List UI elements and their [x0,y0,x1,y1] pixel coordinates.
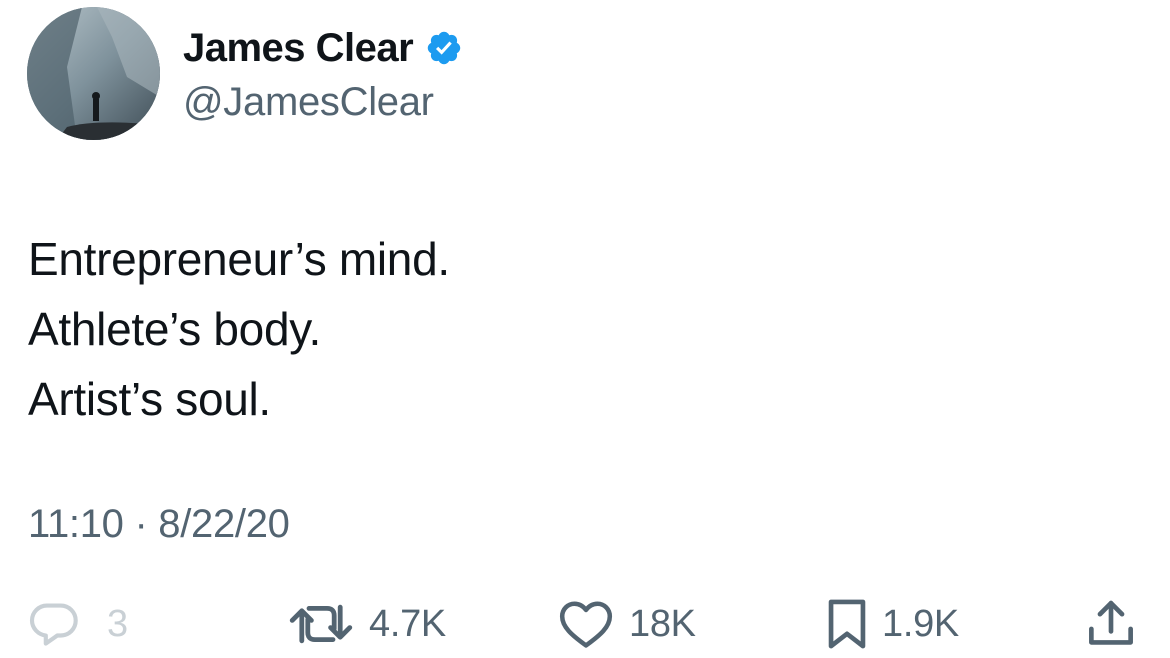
retweet-icon [287,600,355,648]
retweet-button[interactable]: 4.7K [287,598,446,650]
tweet-line: Artist’s soul. [28,373,271,425]
tweet-line: Athlete’s body. [28,303,321,355]
like-button[interactable]: 18K [557,598,696,650]
bookmark-icon [826,597,868,651]
reply-icon [27,601,83,647]
author-display-name[interactable]: James Clear [183,24,414,72]
tweet-line: Entrepreneur’s mind. [28,233,450,285]
author-name-row: James Clear [183,24,463,72]
like-count: 18K [629,602,696,645]
heart-icon [557,599,615,649]
reply-count: 3 [107,602,128,645]
tweet-text: Entrepreneur’s mind. Athlete’s body. Art… [28,224,450,434]
retweet-count: 4.7K [369,602,446,645]
verified-badge-icon [425,29,463,67]
avatar[interactable] [27,7,160,140]
reply-button[interactable]: 3 [27,598,128,650]
share-button[interactable] [1084,598,1138,650]
bookmark-count: 1.9K [882,602,959,645]
share-icon [1084,597,1138,651]
author-handle[interactable]: @JamesClear [183,78,434,126]
bookmark-button[interactable]: 1.9K [826,598,959,650]
tweet-timestamp[interactable]: 11:10 · 8/22/20 [28,500,290,548]
